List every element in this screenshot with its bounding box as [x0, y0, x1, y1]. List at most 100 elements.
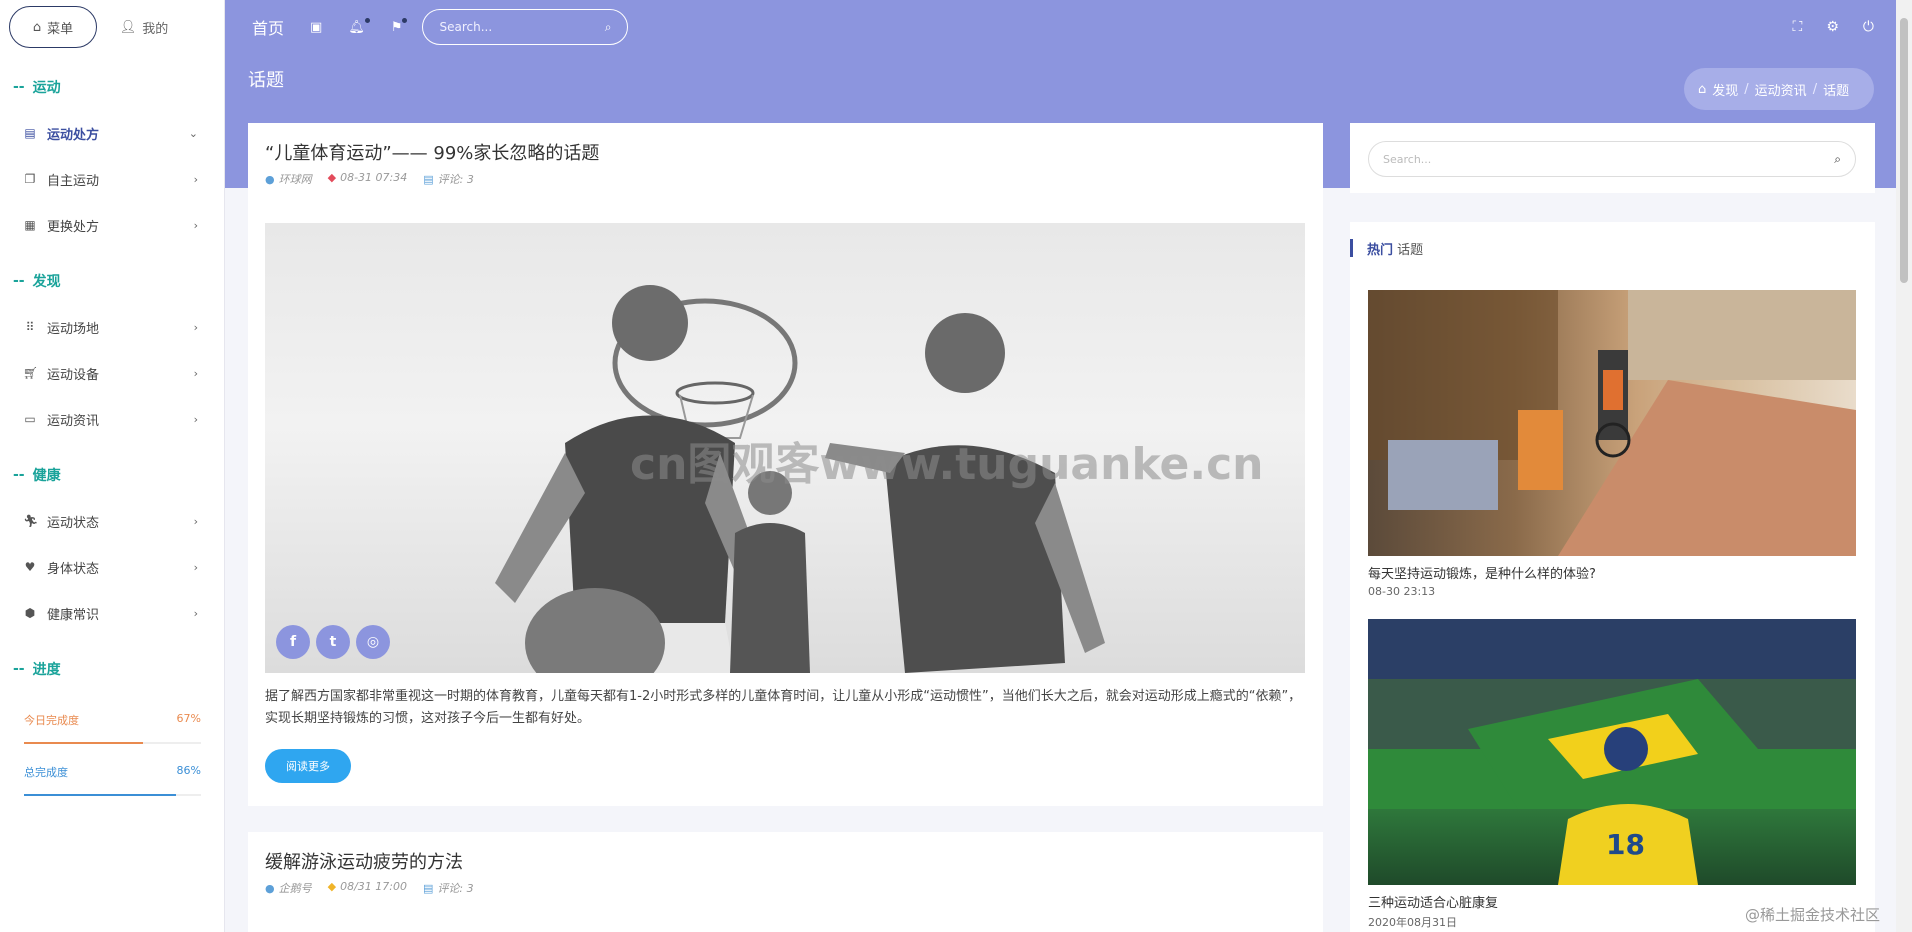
cart-icon: 🛒︎ — [23, 366, 39, 380]
user-icon: 👤︎ — [119, 19, 137, 35]
street-scene-illustration — [1368, 290, 1856, 556]
home-icon: ⌂ — [1698, 81, 1707, 97]
clipboard-icon: ▤ — [24, 126, 36, 140]
hot-topics-heading: 热门 话题 — [1350, 239, 1423, 258]
breadcrumb: ⌂ 发现 / 运动资讯 / 话题 — [1684, 68, 1874, 110]
scrollbar-thumb[interactable] — [1900, 18, 1908, 283]
sidebar-search-input[interactable] — [1383, 152, 1835, 166]
hot-topic-image[interactable]: 18 — [1368, 619, 1856, 885]
layout-icon[interactable]: ▣ — [310, 20, 322, 35]
progress-value: 67% — [176, 712, 201, 725]
section-title-sport: -- 运动 — [13, 79, 61, 96]
progress-label: 总完成度 — [24, 766, 68, 779]
chevron-down-icon: ⌄ — [188, 126, 198, 140]
page-scrollbar[interactable] — [1896, 0, 1912, 932]
svg-text:18: 18 — [1606, 828, 1645, 861]
progress-bar — [24, 794, 201, 796]
copy-icon: ❐ — [24, 172, 36, 186]
chevron-right-icon: › — [193, 218, 198, 232]
post-card: “儿童体育运动”—— 99%家长忽略的话题 ● 环球网 ◆ 08-31 07:34 … — [248, 123, 1323, 806]
post-comments[interactable]: ▤ 评论: 3 — [423, 171, 474, 187]
breadcrumb-item[interactable]: 运动资讯 — [1755, 80, 1807, 99]
breadcrumb-separator: / — [1812, 81, 1818, 97]
chevron-right-icon: › — [193, 172, 198, 186]
corner-watermark: @稀土掘金技术社区 — [1745, 906, 1881, 924]
sidebar-item-self-exercise[interactable]: ❐ 自主运动 › — [0, 156, 224, 202]
chevron-right-icon: › — [193, 606, 198, 620]
progress-today: 今日完成度 67% — [0, 704, 224, 744]
sidebar-item-label: 运动资讯 — [47, 413, 100, 429]
post-title[interactable]: “儿童体育运动”—— 99%家长忽略的话题 — [265, 139, 599, 165]
post-excerpt: 据了解西方国家都非常重视这一时期的体育教育，儿童每天都有1-2小时形式多样的儿童… — [265, 689, 1302, 726]
section-title-discover: -- 发现 — [13, 273, 61, 290]
sidebar-item-news[interactable]: ▭ 运动资讯 › — [0, 396, 224, 442]
sidebar-item-label: 健康常识 — [47, 607, 100, 623]
page-title: 话题 — [248, 70, 284, 91]
post-author: ● 企鹅号 — [265, 882, 312, 895]
flag-icon[interactable]: ⚑ — [391, 17, 408, 35]
tab-mine-label: 我的 — [142, 21, 169, 37]
sidebar-item-health-tips[interactable]: ⬢ 健康常识 › — [0, 590, 224, 636]
header-search: ⌕ — [422, 9, 629, 45]
fullscreen-icon[interactable]: ⛶ — [1793, 19, 1803, 35]
sidebar-item-equipment[interactable]: 🛒︎ 运动设备 › — [0, 350, 224, 396]
sidebar-item-prescription[interactable]: ▤ 运动处方 ⌄ — [0, 110, 224, 156]
twitter-icon[interactable]: t — [316, 625, 350, 659]
breadcrumb-item[interactable]: 发现 — [1712, 80, 1738, 99]
tab-menu-label: 菜单 — [47, 21, 74, 37]
sidebar-item-label: 运动处方 — [47, 127, 100, 143]
home-link[interactable]: 首页 — [252, 15, 284, 39]
post-title[interactable]: 缓解游泳运动疲劳的方法 — [265, 848, 463, 874]
tag-icon: ◆ — [327, 171, 337, 184]
sidebar-item-label: 更换处方 — [47, 219, 100, 235]
hot-topic-date: 08-30 23:13 — [1368, 585, 1436, 598]
sidebar-item-body-status[interactable]: ♥ 身体状态 › — [0, 544, 224, 590]
hot-topic-title[interactable]: 每天坚持运动锻炼，是种什么样的体验? — [1368, 563, 1596, 582]
hot-topic-image[interactable] — [1368, 290, 1856, 556]
chevron-right-icon: › — [193, 412, 198, 426]
user-icon: ● — [265, 173, 275, 186]
tag-icon: ◆ — [327, 880, 337, 893]
post-date: ◆ 08/31 17:00 — [327, 880, 407, 893]
gear-icon[interactable]: ⚙ — [1826, 19, 1839, 35]
grid-icon: ⠿ — [25, 320, 35, 334]
header-search-input[interactable] — [439, 20, 605, 34]
sidebar-search-card: ⌕ — [1350, 123, 1875, 193]
post-meta: ● 企鹅号 ◆ 08/31 17:00 ▤ 评论: 3 — [265, 880, 474, 896]
facebook-icon[interactable]: f — [276, 625, 310, 659]
tab-menu[interactable]: ⌂ 菜单 — [9, 6, 97, 48]
sidebar-item-label: 运动设备 — [47, 367, 100, 383]
progress-fill — [24, 794, 177, 796]
hot-topic-date: 2020年08月31日 — [1368, 916, 1457, 929]
post-comments[interactable]: ▤ 评论: 3 — [423, 880, 474, 896]
stadium-scene-illustration: 18 — [1368, 619, 1856, 885]
bell-icon[interactable]: 🔔︎ — [348, 17, 370, 35]
progress-label: 今日完成度 — [24, 714, 79, 727]
chevron-right-icon: › — [193, 320, 198, 334]
sidebar-search: ⌕ — [1368, 141, 1856, 177]
sidebar: ⌂ 菜单 👤︎ 我的 -- 运动 ▤ 运动处方 ⌄ ❐ 自主运动 › ▦ 更换处方… — [0, 0, 225, 932]
post-card: 缓解游泳运动疲劳的方法 ● 企鹅号 ◆ 08/31 17:00 ▤ 评论: 3 — [248, 832, 1323, 932]
read-more-button[interactable]: 阅读更多 — [265, 749, 351, 783]
sidebar-item-exercise-status[interactable]: 🏃︎ 运动状态 › — [0, 498, 224, 544]
instagram-icon[interactable]: ◎ — [356, 625, 390, 659]
comment-icon: ▤ — [422, 882, 434, 895]
sidebar-item-label: 运动状态 — [47, 515, 100, 531]
search-icon[interactable]: ⌕ — [605, 20, 612, 35]
sidebar-item-change-prescription[interactable]: ▦ 更换处方 › — [0, 202, 224, 248]
power-icon[interactable]: ⏻ — [1863, 19, 1874, 35]
heart-icon: ♥ — [24, 560, 36, 574]
monitor-icon: ▭ — [24, 412, 36, 426]
calendar-icon: ▦ — [24, 218, 36, 232]
chevron-right-icon: › — [193, 514, 198, 528]
runner-icon: 🏃︎ — [23, 514, 39, 528]
search-icon[interactable]: ⌕ — [1834, 152, 1841, 167]
tab-mine[interactable]: 👤︎ 我的 — [109, 6, 179, 48]
hot-topic-title[interactable]: 三种运动适合心脏康复 — [1368, 892, 1498, 911]
post-meta: ● 环球网 ◆ 08-31 07:34 ▤ 评论: 3 — [265, 171, 474, 187]
breadcrumb-current: 话题 — [1823, 83, 1850, 99]
home-icon: ⌂ — [32, 19, 42, 35]
image-watermark: cn图观客www.tuguanke.cn — [630, 439, 1264, 490]
user-icon: ● — [265, 882, 275, 895]
sidebar-item-venues[interactable]: ⠿ 运动场地 › — [0, 304, 224, 350]
